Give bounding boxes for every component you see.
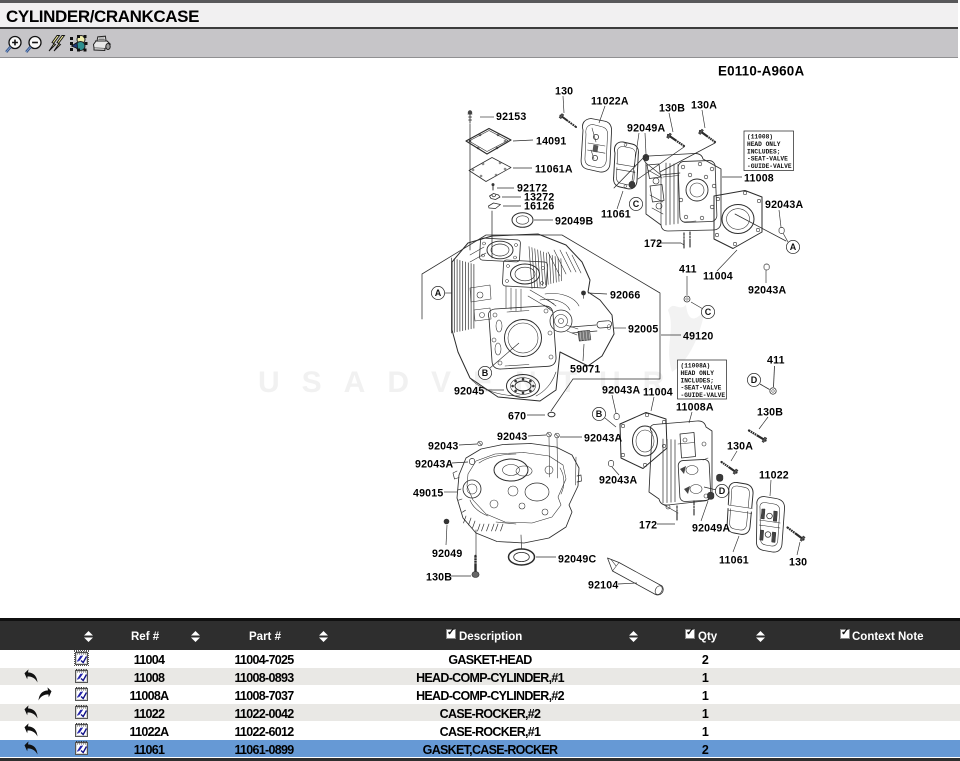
svg-text:130B: 130B [659, 103, 685, 115]
svg-text:11004: 11004 [643, 387, 673, 399]
svg-text:130: 130 [789, 557, 807, 569]
svg-text:11022A: 11022A [591, 96, 629, 108]
svg-text:670: 670 [508, 411, 526, 423]
svg-text:49015: 49015 [413, 488, 443, 500]
svg-text:(11008): (11008) [747, 134, 773, 141]
svg-text:11061: 11061 [601, 209, 631, 221]
svg-text:11061A: 11061A [535, 164, 573, 176]
svg-text:92043A: 92043A [765, 199, 803, 211]
svg-text:92066: 92066 [610, 290, 640, 302]
svg-text:92049A: 92049A [627, 123, 665, 135]
svg-text:92043: 92043 [428, 441, 458, 453]
svg-text:92043A: 92043A [584, 433, 622, 445]
svg-text:E0110-A960A: E0110-A960A [718, 64, 804, 79]
svg-text:11022: 11022 [759, 470, 789, 482]
svg-text:HEAD ONLY: HEAD ONLY [681, 370, 715, 377]
svg-text:92043A: 92043A [415, 459, 453, 471]
svg-text:130A: 130A [691, 100, 717, 112]
svg-text:HEAD ONLY: HEAD ONLY [747, 141, 781, 148]
svg-text:92043: 92043 [497, 431, 527, 443]
svg-text:11008A: 11008A [676, 402, 714, 414]
svg-text:92043A: 92043A [748, 285, 786, 297]
svg-text:411: 411 [679, 264, 697, 276]
svg-text:-GUIDE-VALVE: -GUIDE-VALVE [747, 163, 792, 170]
svg-text:130: 130 [555, 86, 573, 98]
svg-text:(11008A): (11008A) [681, 363, 711, 370]
svg-text:92043A: 92043A [602, 385, 640, 397]
svg-text:92153: 92153 [496, 111, 526, 123]
svg-text:-SEAT-VALVE: -SEAT-VALVE [747, 156, 788, 163]
svg-text:11008: 11008 [744, 173, 774, 185]
svg-text:A: A [435, 288, 442, 298]
svg-text:B: B [596, 409, 603, 419]
svg-text:92043A: 92043A [599, 475, 637, 487]
svg-text:130B: 130B [757, 407, 783, 419]
svg-text:49120: 49120 [683, 331, 713, 343]
svg-text:92045: 92045 [454, 386, 484, 398]
svg-text:INCLUDES;: INCLUDES; [681, 377, 714, 384]
svg-text:92049B: 92049B [555, 216, 593, 228]
svg-text:11004: 11004 [703, 271, 733, 283]
svg-text:92049: 92049 [432, 548, 462, 560]
svg-text:B: B [482, 368, 489, 378]
svg-text:411: 411 [767, 355, 785, 367]
svg-text:D: D [751, 375, 758, 385]
svg-text:130B: 130B [426, 572, 452, 584]
svg-text:92005: 92005 [628, 324, 658, 336]
svg-text:C: C [705, 307, 712, 317]
svg-text:16126: 16126 [524, 201, 554, 213]
svg-text:-GUIDE-VALVE: -GUIDE-VALVE [681, 392, 726, 399]
svg-text:-SEAT-VALVE: -SEAT-VALVE [681, 385, 722, 392]
svg-text:130A: 130A [727, 441, 753, 453]
svg-text:92049A: 92049A [692, 523, 730, 535]
svg-text:172: 172 [644, 238, 662, 250]
svg-text:59071: 59071 [570, 364, 600, 376]
svg-text:INCLUDES;: INCLUDES; [747, 148, 780, 155]
svg-text:D: D [719, 486, 726, 496]
svg-text:92049C: 92049C [558, 554, 596, 566]
svg-text:14091: 14091 [536, 136, 566, 148]
svg-text:92104: 92104 [588, 580, 618, 592]
svg-text:A: A [790, 242, 797, 252]
svg-text:11061: 11061 [719, 555, 749, 567]
svg-text:172: 172 [639, 520, 657, 532]
svg-text:C: C [633, 199, 640, 209]
